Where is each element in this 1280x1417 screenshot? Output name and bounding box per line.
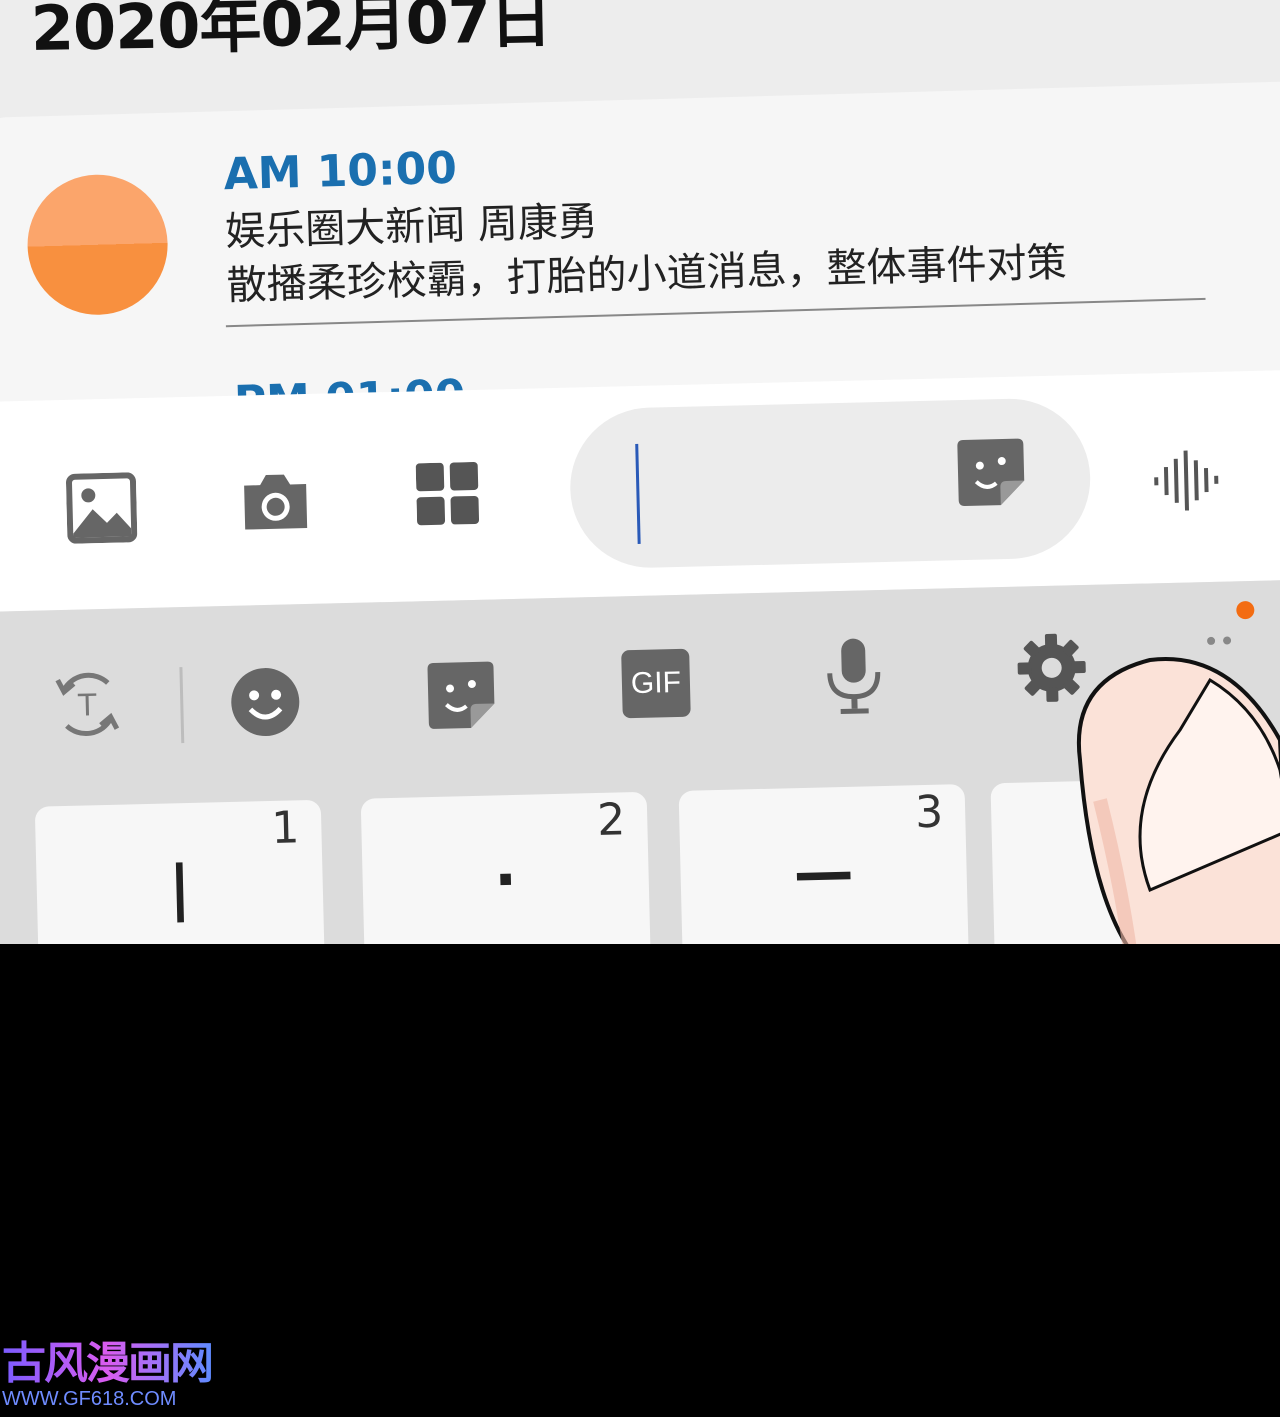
key-1[interactable]: 1 | bbox=[34, 799, 328, 944]
microphone-icon[interactable] bbox=[823, 636, 885, 721]
chat-input-bar bbox=[0, 369, 1280, 612]
watermark-title: 古风漫画网 bbox=[2, 1338, 214, 1389]
svg-text:T: T bbox=[77, 688, 98, 723]
text-cursor bbox=[635, 443, 641, 544]
watermark-url: WWW.GF618.COM bbox=[2, 1388, 177, 1410]
message-input[interactable] bbox=[568, 396, 1093, 570]
key-2[interactable]: 2 · bbox=[360, 791, 653, 944]
image-icon[interactable] bbox=[66, 472, 138, 548]
key-symbol: · bbox=[493, 844, 518, 916]
key-symbol: — bbox=[792, 836, 855, 909]
schedule-date-header: 2020年02月07日 bbox=[30, 0, 552, 65]
gif-icon[interactable]: GIF bbox=[621, 648, 691, 719]
event-description[interactable]: 娱乐圈大新闻 周康勇 散播柔珍校霸，打胎的小道消息，整体事件对策 bbox=[225, 182, 1068, 313]
more-icon[interactable] bbox=[1205, 631, 1235, 651]
toolbar-separator bbox=[179, 667, 185, 744]
apps-grid-icon[interactable] bbox=[415, 461, 482, 532]
key-3[interactable]: 3 — bbox=[678, 783, 971, 944]
pressing-finger-illustration bbox=[1060, 650, 1280, 944]
key-number: 2 bbox=[596, 794, 626, 846]
key-number: 3 bbox=[914, 786, 944, 839]
voice-wave-icon[interactable] bbox=[1152, 450, 1224, 516]
translate-icon[interactable]: T bbox=[49, 667, 125, 747]
event-time: AM 10:00 bbox=[222, 142, 458, 201]
key-number: 1 bbox=[270, 802, 300, 854]
site-watermark: 古风漫画网 WWW.GF618.COM bbox=[2, 1338, 214, 1411]
camera-icon[interactable] bbox=[240, 470, 312, 538]
sticker-icon[interactable] bbox=[425, 659, 497, 735]
emoji-icon[interactable] bbox=[229, 666, 301, 742]
phone-screen: 2020年02月07日 AM 10:00 娱乐圈大新闻 周康勇 散播柔珍校霸，打… bbox=[0, 0, 1280, 944]
sticker-icon[interactable] bbox=[955, 436, 1027, 512]
event-avatar-orange bbox=[25, 172, 170, 317]
notification-dot bbox=[1236, 600, 1255, 620]
key-symbol: | bbox=[167, 852, 192, 924]
